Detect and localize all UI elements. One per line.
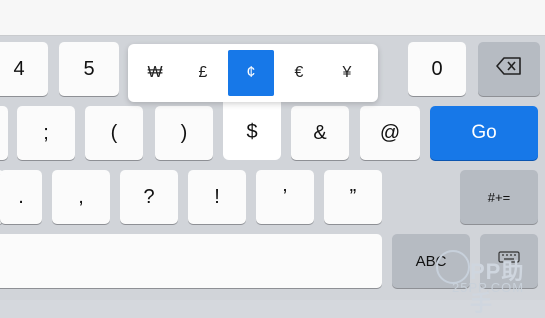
key-semicolon[interactable]: ; bbox=[17, 106, 75, 160]
currency-popup: ₩ £ ¢ € ¥ bbox=[128, 44, 378, 102]
key-period-label: . bbox=[18, 185, 24, 208]
delete-key[interactable] bbox=[478, 42, 540, 96]
key-open-paren-label: ( bbox=[110, 121, 118, 144]
space-bar[interactable] bbox=[0, 234, 382, 288]
key-question[interactable]: ? bbox=[120, 170, 178, 224]
key-4[interactable]: 4 bbox=[0, 42, 48, 96]
key-quote[interactable]: ” bbox=[324, 170, 382, 224]
key-exclamation-label: ! bbox=[214, 185, 220, 208]
key-quote-label: ” bbox=[349, 185, 357, 208]
key-open-paren[interactable]: ( bbox=[85, 106, 143, 160]
key-ampersand[interactable]: & bbox=[291, 106, 349, 160]
pp-watermark: PP助手 25PP.COM bbox=[432, 248, 545, 316]
more-symbols-key[interactable]: #+= bbox=[460, 170, 538, 224]
key-5-label: 5 bbox=[83, 57, 95, 80]
currency-cent-selected[interactable]: ¢ bbox=[228, 50, 274, 96]
key-close-paren[interactable]: ) bbox=[155, 106, 213, 160]
key-period[interactable]: . bbox=[0, 170, 42, 224]
go-key-label: Go bbox=[471, 122, 497, 143]
go-key[interactable]: Go bbox=[430, 106, 538, 160]
key-comma-label: , bbox=[78, 185, 84, 208]
currency-euro[interactable]: € bbox=[276, 50, 322, 96]
key-apostrophe-label: ’ bbox=[282, 185, 288, 208]
key-question-label: ? bbox=[143, 185, 155, 208]
key-apostrophe[interactable]: ’ bbox=[256, 170, 314, 224]
key-ampersand-label: & bbox=[313, 121, 327, 144]
watermark-site: 25PP.COM bbox=[452, 280, 525, 295]
key-comma[interactable]: , bbox=[52, 170, 110, 224]
key-exclamation[interactable]: ! bbox=[188, 170, 246, 224]
key-semicolon-label: ; bbox=[43, 121, 49, 144]
key-4-label: 4 bbox=[13, 57, 25, 80]
key-5[interactable]: 5 bbox=[59, 42, 119, 96]
key-close-paren-label: ) bbox=[180, 121, 188, 144]
more-symbols-label: #+= bbox=[487, 189, 511, 205]
dollar-key-label: $ bbox=[246, 120, 258, 143]
backspace-icon bbox=[496, 57, 522, 81]
key-at[interactable]: @ bbox=[360, 106, 420, 160]
key-0[interactable]: 0 bbox=[408, 42, 466, 96]
currency-yen[interactable]: ¥ bbox=[324, 50, 370, 96]
currency-pound[interactable]: £ bbox=[180, 50, 226, 96]
key-at-label: @ bbox=[379, 121, 401, 144]
key-partial-left[interactable] bbox=[0, 106, 8, 160]
text-area-top bbox=[0, 0, 545, 36]
currency-won[interactable]: ₩ bbox=[132, 50, 178, 96]
key-0-label: 0 bbox=[431, 57, 443, 80]
pp-logo-icon bbox=[436, 250, 470, 284]
